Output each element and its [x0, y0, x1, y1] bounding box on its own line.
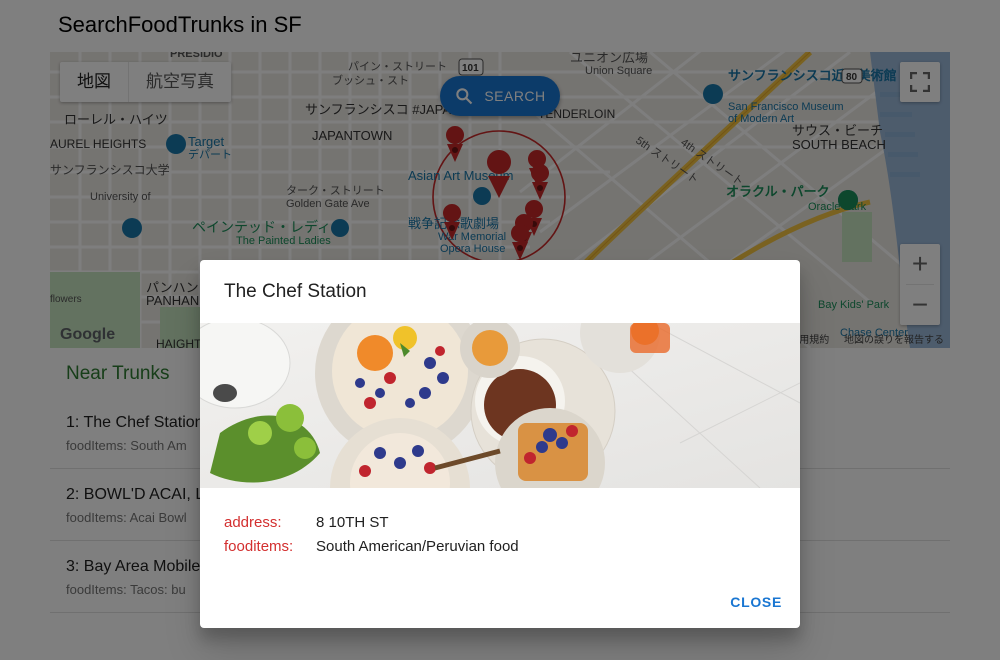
close-button[interactable]: CLOSE — [730, 594, 782, 610]
dialog-title: The Chef Station — [224, 281, 367, 302]
trunk-detail-dialog: The Chef Station address: 8 10TH ST food… — [200, 260, 800, 628]
address-label: address: — [224, 513, 282, 531]
address-value: 8 10TH ST — [316, 513, 389, 531]
address-row: address: 8 10TH ST — [224, 510, 519, 534]
fooditems-row: fooditems: South American/Peruvian food — [224, 534, 519, 558]
fooditems-label: fooditems: — [224, 537, 294, 555]
food-photo — [200, 323, 800, 488]
fooditems-value: South American/Peruvian food — [316, 537, 519, 555]
dialog-fields: address: 8 10TH ST fooditems: South Amer… — [224, 510, 519, 558]
